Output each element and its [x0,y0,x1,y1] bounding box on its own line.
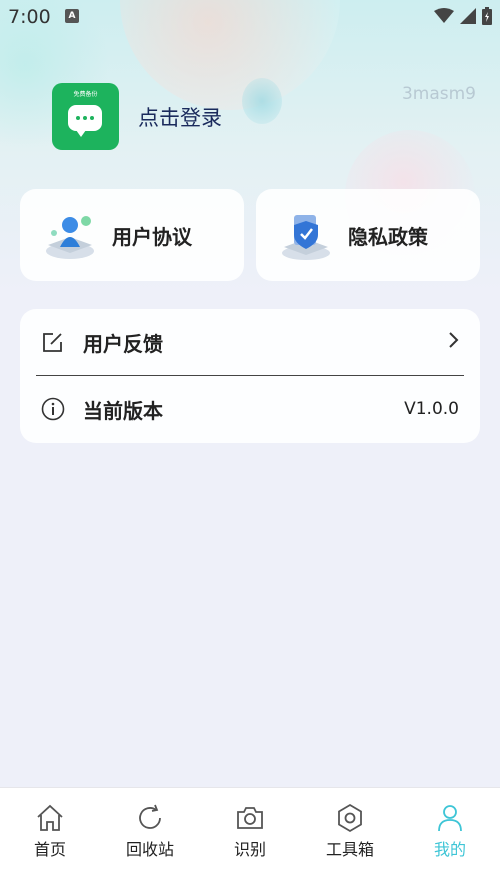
feedback-label: 用户反馈 [83,331,163,356]
privacy-shield-icon [276,205,336,265]
refresh-icon [110,802,190,834]
battery-icon [482,7,492,29]
tab-home[interactable]: 首页 [10,802,90,860]
home-icon [10,802,90,834]
camera-icon [210,802,290,834]
tab-home-label: 首页 [33,840,66,859]
settings-list: 用户反馈 当前版本 V1.0.0 [20,309,480,443]
profile-section[interactable]: 免费备份 点击登录 [52,83,222,150]
logo-text: 免费备份 [73,91,98,98]
tab-mine[interactable]: 我的 [410,802,490,860]
tab-toolbox-label: 工具箱 [325,840,374,859]
status-time: 7:00 [8,6,51,28]
user-agreement-label: 用户协议 [112,224,192,249]
version-label: 当前版本 [83,398,163,423]
notification-badge: A [65,9,79,23]
chat-bubble-icon [68,105,102,137]
tab-recognize-label: 识别 [233,840,266,859]
signal-icon [460,8,476,28]
app-logo: 免费备份 [52,83,119,150]
feedback-row[interactable]: 用户反馈 [20,309,480,375]
wifi-icon [434,8,454,28]
gear-icon [310,802,390,834]
privacy-policy-card[interactable]: 隐私政策 [256,189,480,281]
user-agreement-icon [40,205,100,265]
tab-recycle-bin[interactable]: 回收站 [110,802,190,860]
tab-recognize[interactable]: 识别 [210,802,290,860]
status-bar: 7:00 A [0,0,500,34]
user-agreement-card[interactable]: 用户协议 [20,189,244,281]
privacy-policy-label: 隐私政策 [348,224,428,249]
chevron-right-icon [447,331,459,354]
bottom-tab-bar: 首页 回收站 识别 工具箱 我的 [0,787,500,888]
version-value: V1.0.0 [404,399,459,419]
tab-toolbox[interactable]: 工具箱 [310,802,390,860]
version-row[interactable]: 当前版本 V1.0.0 [20,376,480,442]
info-icon [41,397,65,421]
system-icons [434,7,492,29]
tab-recycle-bin-label: 回收站 [125,840,174,859]
watermark: 3masm9 [401,84,476,104]
login-link[interactable]: 点击登录 [138,102,222,132]
person-icon [410,802,490,834]
tab-mine-label: 我的 [433,840,466,859]
edit-icon [41,330,65,354]
decorative-bubble [242,78,282,124]
